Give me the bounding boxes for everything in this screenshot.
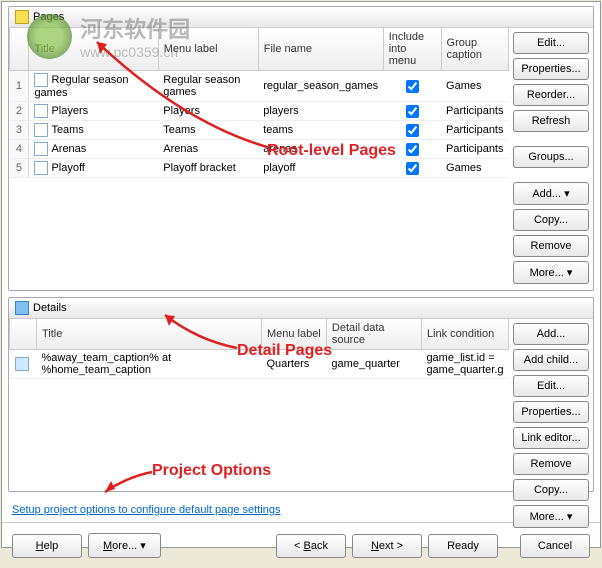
details-header: Details xyxy=(9,298,593,319)
detail-file-icon xyxy=(15,357,29,371)
dcol-menu[interactable]: Menu label xyxy=(261,319,326,350)
include-checkbox[interactable] xyxy=(406,162,419,175)
remove-button[interactable]: Remove xyxy=(513,235,589,257)
cell-include[interactable] xyxy=(383,159,441,178)
project-options-link[interactable]: Setup project options to configure defau… xyxy=(12,504,280,516)
cell-include[interactable] xyxy=(383,140,441,159)
d-copy-button[interactable]: Copy... xyxy=(513,479,589,501)
cell-menu[interactable]: Regular season games xyxy=(158,71,258,102)
page-file-icon xyxy=(34,73,48,87)
rownum: 3 xyxy=(10,121,29,140)
dcol-title[interactable]: Title xyxy=(37,319,262,350)
include-checkbox[interactable] xyxy=(406,124,419,137)
d-more-button[interactable]: More... ▾ xyxy=(513,505,589,528)
cell-group[interactable]: Participants xyxy=(441,140,508,159)
back-button[interactable]: < Back xyxy=(276,534,346,558)
d-linkeditor-button[interactable]: Link editor... xyxy=(513,427,589,449)
cell-title[interactable]: Playoff xyxy=(29,159,158,178)
table-row[interactable]: 3 Teams Teams teams Participants xyxy=(10,121,509,140)
cell-title[interactable]: Arenas xyxy=(29,140,158,159)
dcell-source[interactable]: game_quarter xyxy=(326,350,421,379)
wizard-bar: HHelpelp More... ▾ < Back Next > Ready C… xyxy=(2,522,600,568)
cell-file[interactable]: playoff xyxy=(258,159,383,178)
details-buttons: Add... Add child... Edit... Properties..… xyxy=(509,319,593,491)
cell-group[interactable]: Participants xyxy=(441,121,508,140)
col-menu[interactable]: Menu label xyxy=(158,28,258,71)
cell-title[interactable]: Teams xyxy=(29,121,158,140)
properties-button[interactable]: Properties... xyxy=(513,58,589,80)
d-properties-button[interactable]: Properties... xyxy=(513,401,589,423)
dcell-title[interactable]: %away_team_caption% at %home_team_captio… xyxy=(37,350,262,379)
pages-table[interactable]: Title Menu label File name Include into … xyxy=(9,28,509,178)
col-include[interactable]: Include into menu xyxy=(383,28,441,71)
table-row[interactable]: 5 Playoff Playoff bracket playoff Games xyxy=(10,159,509,178)
dcell-menu[interactable]: Quarters xyxy=(261,350,326,379)
cancel-button[interactable]: Cancel xyxy=(520,534,590,558)
d-remove-button[interactable]: Remove xyxy=(513,453,589,475)
cell-menu[interactable]: Players xyxy=(158,102,258,121)
rownum: 5 xyxy=(10,159,29,178)
page-file-icon xyxy=(34,142,48,156)
wizard-more-button[interactable]: More... ▾ xyxy=(88,533,161,558)
table-row[interactable]: 2 Players Players players Participants xyxy=(10,102,509,121)
pages-buttons: Edit... Properties... Reorder... Refresh… xyxy=(509,28,593,290)
cell-include[interactable] xyxy=(383,71,441,102)
copy-button[interactable]: Copy... xyxy=(513,209,589,231)
more-button[interactable]: More... ▾ xyxy=(513,261,589,284)
help-button[interactable]: HHelpelp xyxy=(12,534,82,558)
cell-include[interactable] xyxy=(383,102,441,121)
rownum: 1 xyxy=(10,71,29,102)
d-addchild-button[interactable]: Add child... xyxy=(513,349,589,371)
cell-group[interactable]: Participants xyxy=(441,102,508,121)
dcell-link[interactable]: game_list.id = game_quarter.g xyxy=(421,350,508,379)
page-file-icon xyxy=(34,104,48,118)
col-rownum[interactable] xyxy=(10,28,29,71)
cell-include[interactable] xyxy=(383,121,441,140)
cell-icon xyxy=(10,350,37,379)
dcol-link[interactable]: Link condition xyxy=(421,319,508,350)
col-group[interactable]: Group caption xyxy=(441,28,508,71)
rownum: 4 xyxy=(10,140,29,159)
refresh-button[interactable]: Refresh xyxy=(513,110,589,132)
cell-title[interactable]: Players xyxy=(29,102,158,121)
cell-file[interactable]: players xyxy=(258,102,383,121)
cell-file[interactable]: teams xyxy=(258,121,383,140)
cell-menu[interactable]: Playoff bracket xyxy=(158,159,258,178)
cell-file[interactable]: regular_season_games xyxy=(258,71,383,102)
include-checkbox[interactable] xyxy=(406,105,419,118)
cell-file[interactable]: arenas xyxy=(258,140,383,159)
include-checkbox[interactable] xyxy=(406,80,419,93)
pages-icon xyxy=(15,10,29,24)
rownum: 2 xyxy=(10,102,29,121)
cell-menu[interactable]: Arenas xyxy=(158,140,258,159)
table-row[interactable]: %away_team_caption% at %home_team_captio… xyxy=(10,350,509,379)
dcol-icon[interactable] xyxy=(10,319,37,350)
groups-button[interactable]: Groups... xyxy=(513,146,589,168)
cell-group[interactable]: Games xyxy=(441,71,508,102)
cell-menu[interactable]: Teams xyxy=(158,121,258,140)
dcol-source[interactable]: Detail data source xyxy=(326,319,421,350)
next-button[interactable]: Next > xyxy=(352,534,422,558)
col-title[interactable]: Title xyxy=(29,28,158,71)
add-button[interactable]: Add... ▾ xyxy=(513,182,589,205)
d-edit-button[interactable]: Edit... xyxy=(513,375,589,397)
ready-button[interactable]: Ready xyxy=(428,534,498,558)
reorder-button[interactable]: Reorder... xyxy=(513,84,589,106)
page-file-icon xyxy=(34,123,48,137)
cell-title[interactable]: Regular season games xyxy=(29,71,158,102)
include-checkbox[interactable] xyxy=(406,143,419,156)
d-add-button[interactable]: Add... xyxy=(513,323,589,345)
table-row[interactable]: 4 Arenas Arenas arenas Participants xyxy=(10,140,509,159)
cell-group[interactable]: Games xyxy=(441,159,508,178)
details-table[interactable]: Title Menu label Detail data source Link… xyxy=(9,319,509,379)
page-file-icon xyxy=(34,161,48,175)
table-row[interactable]: 1 Regular season games Regular season ga… xyxy=(10,71,509,102)
details-icon xyxy=(15,301,29,315)
edit-button[interactable]: Edit... xyxy=(513,32,589,54)
pages-title: Pages xyxy=(33,11,64,23)
details-title: Details xyxy=(33,302,67,314)
pages-header: Pages xyxy=(9,7,593,28)
col-file[interactable]: File name xyxy=(258,28,383,71)
